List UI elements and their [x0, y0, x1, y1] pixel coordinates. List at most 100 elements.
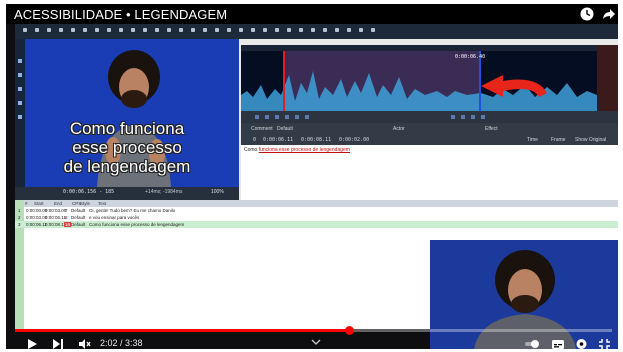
- row-text: Como funciona esse processo de lengendag…: [89, 222, 185, 227]
- toolbar-button[interactable]: [95, 28, 99, 32]
- video-time-readout: 0:00:06.156 - 185: [63, 189, 115, 195]
- edit-text-body: funciona esse processo de lengendagem: [258, 147, 350, 153]
- grid-header: # Start End CPS Style Text: [24, 200, 618, 207]
- row-text: e vou ensinar para vocês: [89, 215, 140, 220]
- row-style: Default: [71, 222, 86, 227]
- toolbar-button[interactable]: [287, 28, 291, 32]
- table-row[interactable]: 2 0:00:03.00 0:00:06.11 8 Default e vou …: [15, 214, 618, 221]
- red-arrow-annotation: [481, 75, 547, 97]
- toolbar-button[interactable]: [59, 28, 63, 32]
- video-preview: Como funciona esse processo de lengendag…: [15, 39, 239, 187]
- grid-col-start: Start: [34, 201, 44, 206]
- audio-volume-panel[interactable]: [597, 45, 618, 111]
- toolbar-button[interactable]: [191, 28, 195, 32]
- video-player[interactable]: Como funciona esse processo de lengendag…: [6, 4, 618, 349]
- audio-controls-bar: [241, 111, 618, 123]
- row-number: 1: [18, 208, 21, 213]
- toolbar-button[interactable]: [311, 28, 315, 32]
- edit-timing-row: 0 0:00:06.11 0:00:08.11 0:00:02.00 Time …: [241, 134, 618, 145]
- toolbar-button[interactable]: [371, 28, 375, 32]
- settings-icon[interactable]: [575, 338, 588, 349]
- toolbar-button[interactable]: [167, 28, 171, 32]
- grid-col-style: Style: [80, 201, 91, 206]
- toolbar-button[interactable]: [35, 28, 39, 32]
- subtitle-line-3: de lengendagem: [63, 157, 191, 176]
- grid-col-end: End: [54, 201, 63, 206]
- audio-start-marker[interactable]: [283, 51, 285, 111]
- toolbar-button[interactable]: [263, 28, 267, 32]
- toolbar-button[interactable]: [275, 28, 279, 32]
- aegisub-toolbar: [15, 23, 618, 39]
- toolbar-button[interactable]: [131, 28, 135, 32]
- mute-icon[interactable]: [78, 338, 91, 349]
- subtitle-edit-box[interactable]: Como funciona esse processo de lengendag…: [241, 145, 618, 200]
- video-offset-readout: +14ms; -1984ms: [145, 189, 183, 195]
- play-icon[interactable]: [26, 338, 38, 349]
- toolbar-button[interactable]: [71, 28, 75, 32]
- row-start: 0:00:06.11: [26, 222, 47, 227]
- toolbar-button[interactable]: [119, 28, 123, 32]
- actor-field[interactable]: Actor: [393, 126, 405, 132]
- toolbar-button[interactable]: [83, 28, 87, 32]
- grid-col-text: Text: [98, 201, 107, 206]
- video-title[interactable]: ACESSIBILIDADE • LEGENDAGEM: [14, 7, 227, 22]
- next-icon[interactable]: [52, 338, 64, 349]
- row-cps: 7: [65, 208, 68, 213]
- effect-field[interactable]: Effect: [485, 126, 498, 132]
- start-time-field[interactable]: 0:00:06.11: [263, 137, 293, 143]
- time-display: 2:02 / 3:38: [100, 338, 143, 348]
- grid-col-number: #: [25, 201, 28, 206]
- toolbar-button[interactable]: [215, 28, 219, 32]
- row-style: Default: [71, 215, 86, 220]
- row-end: 0:00:08.11: [45, 222, 66, 227]
- video-controls-bar: 0:00:06.156 - 185 +14ms; -1984ms 100%: [15, 187, 239, 200]
- toolbar-button[interactable]: [23, 28, 27, 32]
- youtube-title-bar: ACESSIBILIDADE • LEGENDAGEM: [6, 4, 618, 24]
- progress-played: [15, 329, 350, 332]
- row-number: 3: [18, 222, 21, 227]
- toolbar-button[interactable]: [323, 28, 327, 32]
- progress-bar[interactable]: [15, 329, 612, 332]
- subtitle-line-1: Como funciona: [69, 119, 185, 138]
- presenter-webcam-image: [474, 250, 576, 349]
- row-number: 2: [18, 215, 21, 220]
- time-radio[interactable]: Time: [527, 137, 538, 143]
- webcam-overlay: [430, 240, 618, 349]
- toolbar-button[interactable]: [251, 28, 255, 32]
- video-zoom-select[interactable]: 100%: [211, 189, 224, 195]
- duration-field[interactable]: 0:00:02.00: [339, 137, 369, 143]
- autoplay-toggle[interactable]: [524, 338, 540, 349]
- comment-checkbox-label[interactable]: Comment: [251, 126, 273, 132]
- table-row-selected[interactable]: 3 0:00:06.11 0:00:08.11 16 Default Como …: [15, 221, 618, 228]
- exit-fullscreen-icon[interactable]: [598, 338, 611, 349]
- toolbar-button[interactable]: [107, 28, 111, 32]
- toolbar-button[interactable]: [227, 28, 231, 32]
- row-cps: 8: [65, 215, 68, 220]
- toolbar-button[interactable]: [143, 28, 147, 32]
- audio-time-readout: 0:00:06.40: [455, 54, 486, 60]
- captions-icon[interactable]: [551, 338, 565, 349]
- toolbar-button[interactable]: [335, 28, 339, 32]
- toolbar-button[interactable]: [299, 28, 303, 32]
- audio-waveform[interactable]: 0:00:06.40: [241, 45, 597, 111]
- row-end: 0:00:03.00: [45, 208, 67, 213]
- watch-later-icon[interactable]: [580, 7, 594, 21]
- chevron-down-icon[interactable]: [311, 339, 321, 345]
- frame-radio[interactable]: Frame: [551, 137, 565, 143]
- toolbar-button[interactable]: [179, 28, 183, 32]
- progress-scrubber[interactable]: [345, 326, 355, 335]
- toolbar-button[interactable]: [347, 28, 351, 32]
- toolbar-button[interactable]: [203, 28, 207, 32]
- end-time-field[interactable]: 0:00:08.11: [301, 137, 331, 143]
- layer-field[interactable]: 0: [253, 137, 256, 143]
- share-icon[interactable]: [602, 7, 616, 21]
- toolbar-button[interactable]: [47, 28, 51, 32]
- toolbar-button[interactable]: [359, 28, 363, 32]
- edit-style-row: Comment Default Actor Effect: [241, 123, 618, 134]
- show-original-checkbox[interactable]: Show Original: [575, 137, 606, 143]
- style-select[interactable]: Default: [277, 126, 293, 132]
- toolbar-button[interactable]: [239, 28, 243, 32]
- toolbar-button[interactable]: [155, 28, 159, 32]
- table-row[interactable]: 1 0:00:00.00 0:00:03.00 7 Default Oi, ge…: [15, 207, 618, 214]
- row-text: Oi, gente! Tudo bem? Eu me chamo Danilo: [89, 208, 176, 213]
